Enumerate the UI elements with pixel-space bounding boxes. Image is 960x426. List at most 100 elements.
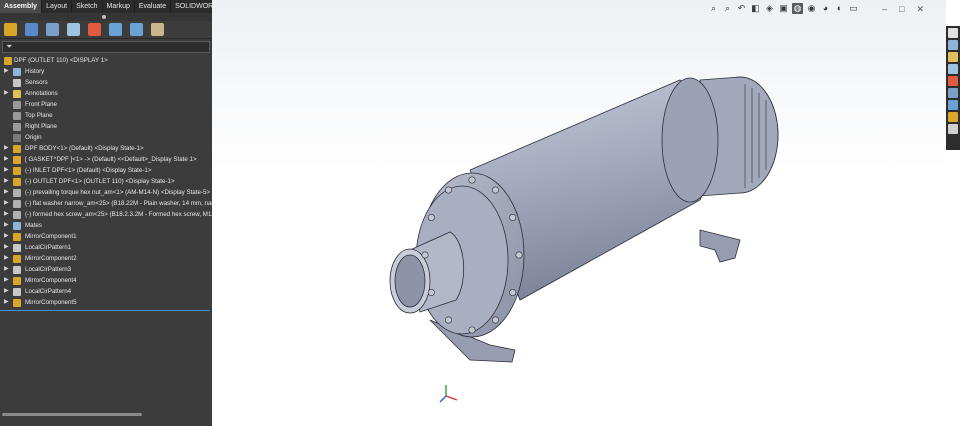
apply-scene-icon[interactable]: ◐	[834, 3, 845, 14]
view-orientation-icon[interactable]: ▣	[778, 3, 789, 14]
tree-item[interactable]: ▶ MirrorComponent1	[0, 231, 212, 242]
tree-item[interactable]: Right Plane	[0, 121, 212, 132]
tab-sketch[interactable]: Sketch	[72, 0, 103, 13]
tree-item[interactable]: ▶ MirrorComponent5	[0, 297, 212, 308]
tree-item-label: DPF (OUTLET 110) <DISPLAY 1>	[14, 57, 108, 64]
tree-item[interactable]: DPF (OUTLET 110) <DISPLAY 1>	[0, 55, 212, 66]
circular-pattern-icon	[13, 288, 21, 296]
tab-assembly[interactable]: Assembly	[0, 0, 43, 13]
tree-item[interactable]: ▶ [ GASKET^DPF ]<1> -> (Default) <<Defaul…	[0, 154, 212, 165]
hide-show-items-icon[interactable]: ◉	[806, 3, 817, 14]
expand-arrow-icon[interactable]: ▶	[4, 154, 9, 165]
zoom-to-area-icon[interactable]: ⌕	[722, 3, 733, 14]
tab-evaluate[interactable]: Evaluate	[135, 0, 172, 13]
plane-icon	[13, 101, 21, 109]
tree-item-label: LocalCirPattern1	[25, 244, 72, 251]
design-library-icon[interactable]	[948, 40, 958, 50]
circular-pattern-icon	[13, 266, 21, 274]
plane-icon	[13, 123, 21, 131]
expand-arrow-icon[interactable]: ▶	[4, 220, 9, 231]
close-icon[interactable]: ✕	[916, 4, 924, 15]
tab-markup[interactable]: Markup	[103, 0, 135, 13]
display-style-icon[interactable]: ◍	[792, 3, 803, 14]
cam-operation-tree-icon[interactable]	[130, 23, 143, 36]
tree-item[interactable]: ▶ MirrorComponent2	[0, 253, 212, 264]
expand-arrow-icon[interactable]: ▶	[4, 242, 9, 253]
section-view-icon[interactable]: ◧	[750, 3, 761, 14]
view-palette-icon[interactable]	[948, 64, 958, 74]
subassembly-icon	[13, 178, 21, 186]
file-explorer-icon[interactable]	[948, 52, 958, 62]
tree-item[interactable]: ▶ LocalCirPattern3	[0, 264, 212, 275]
tree-item[interactable]: ▶ LocalCirPattern4	[0, 286, 212, 297]
expand-arrow-icon[interactable]: ▶	[4, 176, 9, 187]
tree-item[interactable]: ▶ (-) formed hex screw_am<25> (B18.2.3.2M…	[0, 209, 212, 220]
tree-item-label: (-) prevailing torque hex nut_am<1> (AM-…	[25, 189, 211, 196]
tree-item[interactable]: ▶ (-) OUTLET DPF<1> (OUTLET 110) <Display…	[0, 176, 212, 187]
part-icon	[13, 189, 21, 197]
tree-item[interactable]: ▶ Annotations	[0, 88, 212, 99]
expand-arrow-icon[interactable]: ▶	[4, 264, 9, 275]
expand-arrow-icon[interactable]: ▶	[4, 187, 9, 198]
feature-tree-filter[interactable]: ⏷	[2, 41, 210, 53]
configurationmanager-icon[interactable]	[46, 23, 59, 36]
tree-item-label: Sensors	[25, 79, 48, 86]
expand-arrow-icon[interactable]: ▶	[4, 198, 9, 209]
previous-view-icon[interactable]: ↶	[736, 3, 747, 14]
task-pane-strip	[946, 26, 960, 150]
solidworks-resources-icon[interactable]	[948, 28, 958, 38]
tree-item[interactable]: ▶ MirrorComponent4	[0, 275, 212, 286]
tree-item[interactable]: Top Plane	[0, 110, 212, 121]
tree-item[interactable]: ▶ Mates	[0, 220, 212, 231]
tree-item-label: [ GASKET^DPF ]<1> -> (Default) <<Default…	[25, 156, 197, 163]
expand-arrow-icon[interactable]: ▶	[4, 66, 9, 77]
zoom-to-fit-icon[interactable]: ⌕	[708, 3, 719, 14]
cam-icon[interactable]	[948, 100, 958, 110]
displaymanager-icon[interactable]	[88, 23, 101, 36]
expand-arrow-icon[interactable]: ▶	[4, 88, 9, 99]
expand-arrow-icon[interactable]: ▶	[4, 143, 9, 154]
tree-item[interactable]: Origin	[0, 132, 212, 143]
horizontal-scrollbar[interactable]	[2, 413, 142, 416]
tree-item[interactable]: ▶ (-) prevailing torque hex nut_am<1> (AM…	[0, 187, 212, 198]
cam-feature-tree-icon[interactable]	[109, 23, 122, 36]
custom-properties-icon[interactable]	[948, 88, 958, 98]
tree-item[interactable]: Sensors	[0, 77, 212, 88]
sensor-icon	[13, 79, 21, 87]
forum-icon[interactable]	[948, 124, 958, 134]
toolbox-icon[interactable]	[948, 112, 958, 122]
expand-arrow-icon[interactable]: ▶	[4, 231, 9, 242]
part-icon	[13, 200, 21, 208]
expand-arrow-icon[interactable]: ▶	[4, 275, 9, 286]
restore-icon[interactable]: □	[899, 4, 904, 15]
panel-grip[interactable]	[0, 13, 212, 21]
filter-icon: ⏷	[6, 42, 13, 51]
edit-appearance-icon[interactable]: ◕	[820, 3, 831, 14]
tab-layout[interactable]: Layout	[42, 0, 73, 13]
tree-item[interactable]: Front Plane	[0, 99, 212, 110]
dpf-assembly-model[interactable]	[212, 0, 946, 426]
tree-item[interactable]: ▶ (-) flat washer narrow_am<25> (B18.22M …	[0, 198, 212, 209]
dynamic-annotation-icon[interactable]: ◈	[764, 3, 775, 14]
tree-item[interactable]: ▶ DPF BODY<1> (Default) <Display State-1>	[0, 143, 212, 154]
tree-item[interactable]: ▶ LocalCirPattern1	[0, 242, 212, 253]
featuremanager-icon[interactable]	[4, 23, 17, 36]
tree-item-label: LocalCirPattern3	[25, 266, 72, 273]
appearances-icon[interactable]	[948, 76, 958, 86]
graphics-area[interactable]: ⌕ ⌕ ↶ ◧ ◈ ▣ ◍ ◉ ◕ ◐ ▭ – □ ✕	[212, 0, 946, 426]
subassembly-icon	[13, 145, 21, 153]
tree-item[interactable]: ▶ History	[0, 66, 212, 77]
expand-arrow-icon[interactable]: ▶	[4, 209, 9, 220]
expand-arrow-icon[interactable]: ▶	[4, 286, 9, 297]
view-settings-icon[interactable]: ▭	[848, 3, 859, 14]
expand-arrow-icon[interactable]: ▶	[4, 253, 9, 264]
propertymanager-icon[interactable]	[25, 23, 38, 36]
minimize-icon[interactable]: –	[882, 4, 887, 15]
dimxpertmanager-icon[interactable]	[67, 23, 80, 36]
cam-tool-tree-icon[interactable]	[151, 23, 164, 36]
tree-item[interactable]: ▶ (-) INLET DPF<1> (Default) <Display Sta…	[0, 165, 212, 176]
rollback-bar[interactable]	[0, 310, 210, 311]
expand-arrow-icon[interactable]: ▶	[4, 297, 9, 308]
expand-arrow-icon[interactable]: ▶	[4, 165, 9, 176]
heads-up-view-toolbar: ⌕ ⌕ ↶ ◧ ◈ ▣ ◍ ◉ ◕ ◐ ▭	[708, 3, 859, 16]
